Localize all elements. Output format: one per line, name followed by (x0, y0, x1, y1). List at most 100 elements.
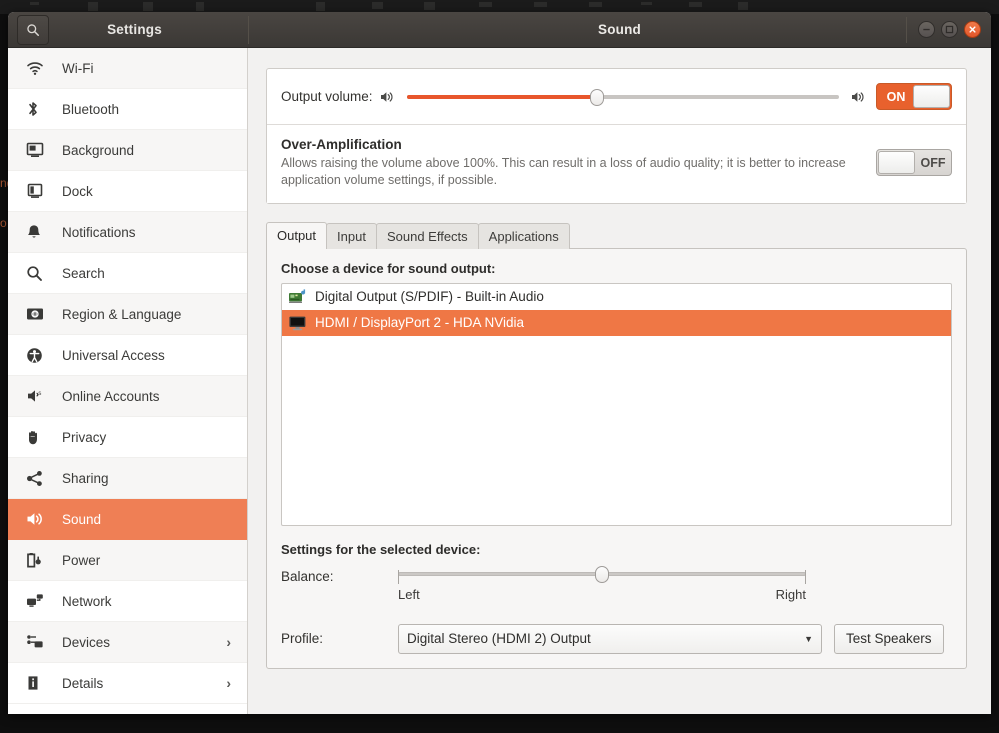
panel-glyph (143, 2, 153, 11)
balance-endpoints: Left Right (398, 587, 806, 602)
sidebar-item-background[interactable]: Background (8, 130, 247, 171)
search-icon (27, 23, 39, 36)
chevron-right-icon: › (226, 675, 231, 691)
device-label: Digital Output (S/PDIF) - Built-in Audio (315, 289, 544, 305)
panel-glyph (372, 2, 383, 9)
sidebar-item-details[interactable]: Details › (8, 663, 247, 704)
slider-tick-left (398, 569, 399, 584)
sidebar-item-label: Notifications (62, 224, 136, 240)
sidebar-item-label: Wi-Fi (62, 60, 94, 76)
window-titlebar: Settings Sound (8, 12, 991, 48)
test-speakers-label: Test Speakers (846, 631, 932, 647)
slider-handle[interactable] (595, 565, 609, 583)
panel-glyph (424, 2, 435, 10)
sidebar-item-sound[interactable]: Sound (8, 499, 247, 540)
search-icon (26, 263, 50, 283)
accessibility-icon (26, 345, 50, 365)
bell-icon (26, 222, 50, 242)
sidebar-item-notifications[interactable]: Notifications (8, 212, 247, 253)
sidebar-item-region-language[interactable]: Region & Language (8, 294, 247, 335)
panel-glyph (738, 2, 748, 10)
sidebar-item-label: Universal Access (62, 347, 165, 363)
panel-glyph (196, 2, 204, 11)
tab-label: Input (337, 228, 366, 244)
profile-value: Digital Stereo (HDMI 2) Output (407, 631, 591, 647)
monitor-icon (288, 313, 310, 333)
panel-glyph (88, 2, 98, 11)
sidebar-item-label: Background (62, 142, 135, 158)
hand-privacy-icon (26, 427, 50, 447)
page-title: Sound (598, 22, 641, 37)
sidebar-item-label: Sound (62, 511, 102, 527)
device-row-hdmi[interactable]: HDMI / DisplayPort 2 - HDA NVidia (282, 309, 951, 336)
sidebar-item-devices[interactable]: Devices › (8, 622, 247, 663)
tab-applications[interactable]: Applications (477, 222, 570, 249)
region-language-icon (26, 304, 50, 324)
sound-tabs: Output Input Sound Effects Applications (266, 221, 967, 249)
sidebar-item-wifi[interactable]: Wi-Fi (8, 48, 247, 89)
close-icon (969, 26, 976, 33)
search-button[interactable] (17, 14, 49, 45)
speaker-high-icon (851, 90, 866, 104)
maximize-icon (945, 25, 954, 34)
close-button[interactable] (964, 21, 981, 38)
panel-glyph (479, 2, 492, 7)
output-tab-panel: Choose a device for sound output: Digita… (266, 247, 967, 669)
tab-input[interactable]: Input (326, 222, 377, 249)
sidebar-item-dock[interactable]: Dock (8, 171, 247, 212)
sidebar-item-privacy[interactable]: Privacy (8, 417, 247, 458)
profile-label: Profile: (281, 631, 324, 647)
slider-handle[interactable] (589, 88, 604, 106)
settings-title: Settings (107, 22, 162, 37)
tab-sound-effects[interactable]: Sound Effects (375, 222, 479, 249)
online-accounts-icon: s (26, 386, 50, 406)
panel-glyph (689, 2, 702, 7)
profile-row: Profile: Digital Stereo (HDMI 2) Output … (281, 623, 952, 654)
choose-device-heading: Choose a device for sound output: (281, 260, 496, 276)
window-controls (906, 12, 981, 47)
sidebar-item-universal-access[interactable]: Universal Access (8, 335, 247, 376)
output-volume-slider[interactable] (406, 88, 839, 106)
device-label: HDMI / DisplayPort 2 - HDA NVidia (315, 315, 525, 331)
sidebar-item-online-accounts[interactable]: s Online Accounts (8, 376, 247, 417)
sidebar-item-bluetooth[interactable]: Bluetooth (8, 89, 247, 130)
panel-glyph (316, 2, 325, 11)
bluetooth-icon (26, 99, 50, 119)
test-speakers-button[interactable]: Test Speakers (834, 623, 944, 654)
sidebar-item-label: Bluetooth (62, 101, 120, 117)
speaker-icon (26, 509, 50, 529)
over-amplification-toggle[interactable]: OFF (876, 149, 952, 177)
balance-label: Balance: (281, 568, 334, 584)
panel-glyph (589, 2, 602, 7)
sidebar-item-sharing[interactable]: Sharing (8, 458, 247, 499)
slider-tick-right (805, 569, 806, 584)
tab-label: Applications (488, 228, 559, 244)
sidebar-item-search[interactable]: Search (8, 253, 247, 294)
profile-select[interactable]: Digital Stereo (HDMI 2) Output ▼ (398, 623, 822, 654)
device-settings-section: Settings for the selected device: Balanc… (281, 542, 952, 654)
balance-slider[interactable] (398, 564, 806, 586)
sidebar-item-label: Dock (62, 183, 93, 199)
chevron-down-icon: ▼ (804, 633, 813, 644)
sidebar-item-network[interactable]: Network (8, 581, 247, 622)
balance-row: Balance: Left Right (281, 564, 952, 602)
output-device-list[interactable]: Digital Output (S/PDIF) - Built-in Audio… (281, 282, 952, 526)
dock-icon (26, 181, 50, 201)
tab-output[interactable]: Output (266, 221, 328, 249)
panel-glyph (30, 2, 39, 5)
window-body: Wi-Fi Bluetooth Background Dock Notifica… (8, 48, 991, 714)
over-amplification-text: Over-Amplification Allows raising the vo… (281, 137, 876, 189)
desktop-hint-text: o (0, 216, 7, 230)
device-settings-heading: Settings for the selected device: (281, 541, 481, 557)
sidebar-item-label: Devices (62, 634, 111, 650)
sidebar-item-label: Search (62, 265, 105, 281)
output-volume-toggle[interactable]: ON (876, 83, 952, 110)
toggle-state-label: ON (886, 89, 906, 104)
chevron-right-icon: › (226, 634, 231, 650)
balance-left-label: Left (398, 586, 420, 602)
device-row-spdif[interactable]: Digital Output (S/PDIF) - Built-in Audio (282, 284, 951, 310)
maximize-button[interactable] (941, 21, 958, 38)
sidebar-item-power[interactable]: Power (8, 540, 247, 581)
minimize-button[interactable] (918, 21, 935, 38)
sound-settings-content: Output volume: ON Over-Amplification All… (248, 48, 991, 714)
